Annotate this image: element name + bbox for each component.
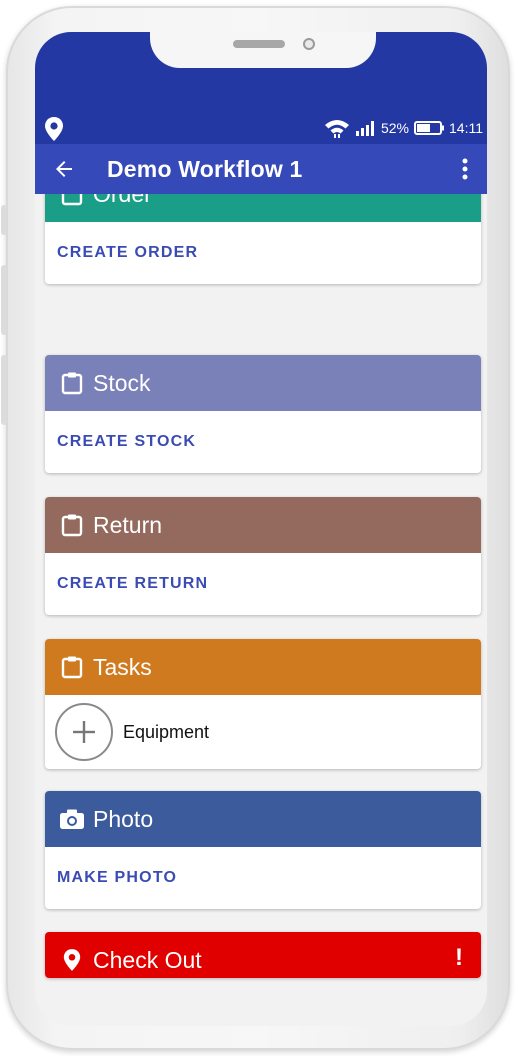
checkout-card-title: Check Out: [93, 946, 202, 973]
app-bar: Demo Workflow 1: [35, 144, 487, 194]
stock-card-title: Stock: [93, 369, 151, 396]
page-title: Demo Workflow 1: [107, 156, 303, 182]
photo-card-title: Photo: [93, 805, 154, 832]
status-indicators: 52% 14:11: [323, 118, 483, 138]
overflow-menu-button[interactable]: [455, 154, 475, 184]
return-card-body: CREATE RETURN: [45, 553, 481, 615]
battery-icon: [413, 120, 445, 136]
create-order-button[interactable]: CREATE ORDER: [57, 244, 198, 262]
phone-side-button: [1, 205, 7, 235]
alert-indicator: !: [455, 944, 463, 971]
stock-card-header: Stock: [45, 355, 481, 411]
make-photo-button[interactable]: MAKE PHOTO: [57, 869, 177, 887]
front-camera: [303, 38, 315, 50]
photo-card: Photo MAKE PHOTO: [45, 791, 481, 909]
battery-percent: 52%: [380, 120, 409, 136]
create-stock-button[interactable]: CREATE STOCK: [57, 433, 196, 451]
clipboard-icon: [59, 512, 85, 538]
create-return-button[interactable]: CREATE RETURN: [57, 575, 208, 593]
task-item-equipment[interactable]: Equipment: [45, 695, 481, 769]
tasks-card-title: Tasks: [93, 653, 152, 680]
tasks-card-header: Tasks: [45, 639, 481, 695]
checkout-card: Check Out !: [45, 932, 481, 978]
return-card-title: Return: [93, 511, 163, 538]
more-vert-icon: [462, 158, 468, 180]
stock-card-body: CREATE STOCK: [45, 411, 481, 473]
tasks-card: Tasks Equipment: [45, 639, 481, 769]
return-card: Return CREATE RETURN: [45, 497, 481, 615]
phone-screen: 52% 14:11 Demo Workflow 1 CREATE ORDER S…: [35, 32, 487, 1026]
workflow-list: Order CREATE ORDER Stock CREATE STOCK: [35, 194, 487, 1026]
return-card-header: Return: [45, 497, 481, 553]
signal-icon: [355, 120, 377, 136]
order-card-title: Order: [93, 194, 152, 208]
wifi-icon: [323, 118, 351, 138]
phone-speaker: [233, 40, 285, 48]
photo-card-header: Photo: [45, 791, 481, 847]
back-button[interactable]: [49, 154, 79, 184]
phone-volume-down-button: [1, 355, 7, 425]
photo-card-body: MAKE PHOTO: [45, 847, 481, 909]
phone-notch: [150, 32, 376, 68]
camera-icon: [59, 806, 85, 832]
add-icon: [73, 721, 95, 743]
order-card: Order CREATE ORDER: [45, 194, 481, 284]
order-card-header: Order: [45, 194, 481, 222]
location-pin-icon: [43, 116, 65, 142]
stock-card: Stock CREATE STOCK: [45, 355, 481, 473]
clipboard-icon: [59, 654, 85, 680]
phone-volume-up-button: [1, 265, 7, 335]
add-task-button[interactable]: [55, 703, 113, 761]
clipboard-icon: [59, 370, 85, 396]
clipboard-icon: [59, 194, 85, 207]
clock: 14:11: [449, 120, 483, 136]
checkout-card-header[interactable]: Check Out !: [45, 932, 481, 978]
order-card-body: CREATE ORDER: [45, 222, 481, 284]
location-pin-icon: [59, 947, 85, 973]
task-label: Equipment: [123, 721, 210, 742]
arrow-back-icon: [56, 161, 72, 177]
